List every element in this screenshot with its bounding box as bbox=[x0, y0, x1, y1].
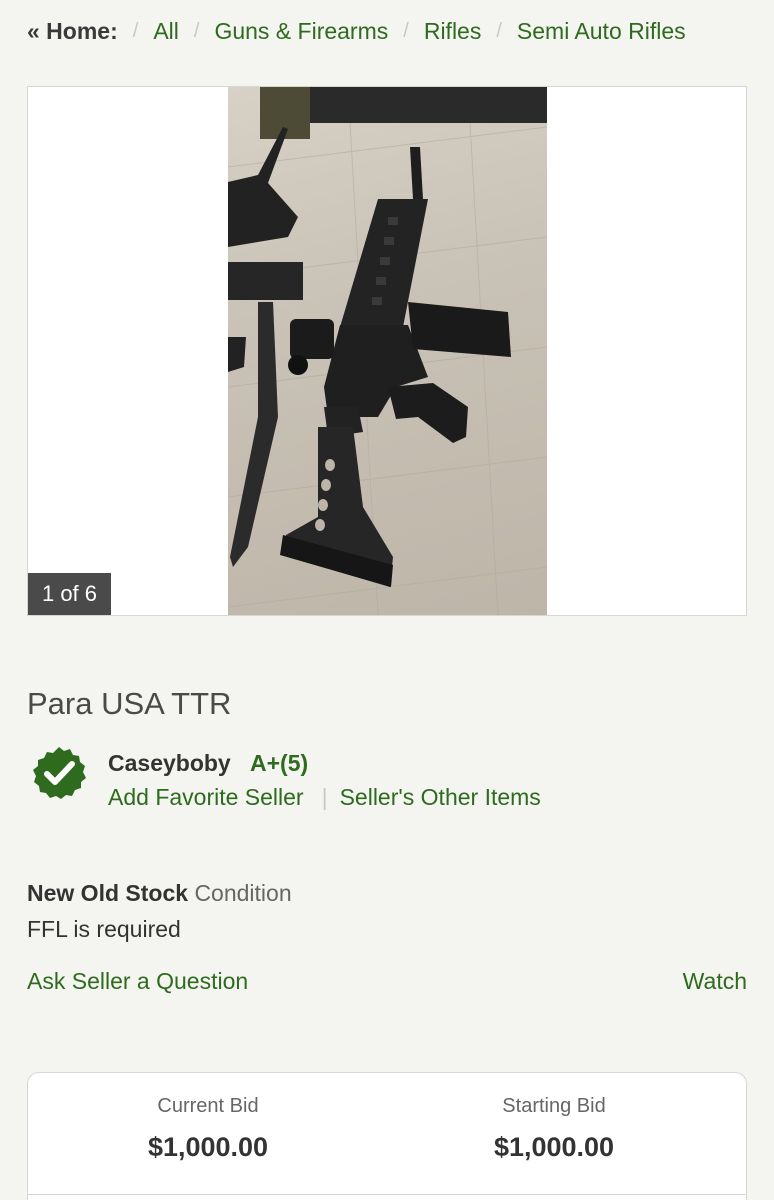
breadcrumb-separator: / bbox=[132, 20, 139, 42]
listing-actions: Ask Seller a Question Watch bbox=[27, 968, 747, 995]
product-photo[interactable] bbox=[228, 87, 547, 615]
breadcrumb-separator: / bbox=[193, 20, 200, 42]
breadcrumb-home[interactable]: « Home: bbox=[27, 18, 118, 45]
current-bid-label: Current Bid bbox=[157, 1095, 259, 1117]
condition-label: Condition bbox=[194, 880, 292, 906]
condition-line: New Old Stock Condition bbox=[27, 880, 292, 907]
rifle-photo-illustration bbox=[228, 87, 547, 615]
seller-name[interactable]: Caseyboby bbox=[108, 750, 231, 777]
breadcrumb-separator: / bbox=[496, 20, 502, 42]
condition-value: New Old Stock bbox=[27, 880, 189, 906]
image-counter: 1 of 6 bbox=[28, 573, 111, 615]
sellers-other-items-link[interactable]: Seller's Other Items bbox=[340, 784, 541, 811]
seller-section: Caseyboby A+(5) Add Favorite Seller | Se… bbox=[27, 745, 747, 825]
verified-seller-badge-icon bbox=[33, 747, 86, 799]
current-bid-column: Current Bid $1,000.00 bbox=[28, 1073, 388, 1163]
bid-summary: Current Bid $1,000.00 Starting Bid $1,00… bbox=[27, 1072, 747, 1200]
add-favorite-seller-link[interactable]: Add Favorite Seller bbox=[108, 784, 304, 811]
breadcrumb: « Home: / All / Guns & Firearms / Rifles… bbox=[27, 18, 754, 45]
ask-seller-question-link[interactable]: Ask Seller a Question bbox=[27, 968, 248, 994]
starting-bid-label: Starting Bid bbox=[502, 1095, 606, 1117]
breadcrumb-semi-auto-rifles[interactable]: Semi Auto Rifles bbox=[517, 18, 686, 45]
seller-rating[interactable]: A+(5) bbox=[250, 750, 308, 777]
breadcrumb-rifles[interactable]: Rifles bbox=[424, 18, 482, 45]
current-bid-value: $1,000.00 bbox=[147, 1132, 269, 1162]
seller-links: Add Favorite Seller | Seller's Other Ite… bbox=[108, 784, 541, 811]
watch-link[interactable]: Watch bbox=[683, 968, 747, 995]
starting-bid-value: $1,000.00 bbox=[493, 1132, 615, 1162]
image-gallery[interactable]: 1 of 6 bbox=[27, 86, 747, 616]
bid-box-divider bbox=[28, 1194, 746, 1195]
breadcrumb-guns-firearms[interactable]: Guns & Firearms bbox=[214, 18, 388, 45]
starting-bid-column: Starting Bid $1,000.00 bbox=[374, 1073, 734, 1163]
ffl-requirement: FFL is required bbox=[27, 916, 181, 942]
breadcrumb-separator: / bbox=[403, 20, 409, 42]
breadcrumb-all[interactable]: All bbox=[153, 18, 179, 45]
listing-title: Para USA TTR bbox=[27, 686, 232, 721]
link-separator: | bbox=[321, 784, 328, 810]
